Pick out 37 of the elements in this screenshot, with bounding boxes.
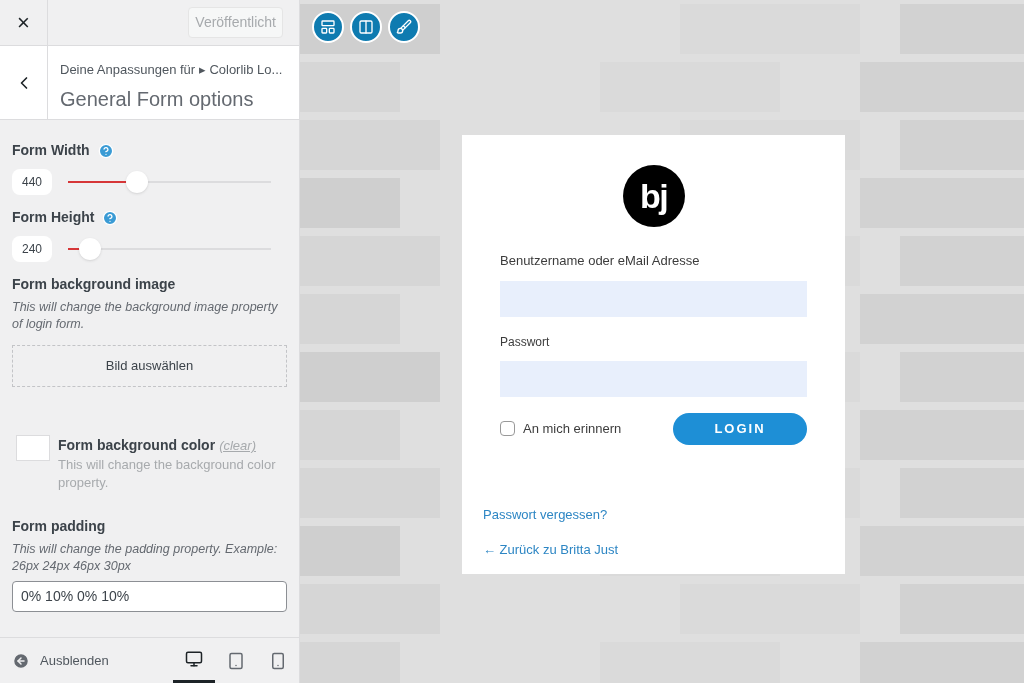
control-description: This will change the padding property. Example: 26px 24px 46px 30px (12, 540, 279, 575)
section-title: General Form options (60, 86, 255, 112)
hide-controls-button[interactable]: Ausblenden (12, 650, 109, 671)
padding-input[interactable]: 0% 10% 0% 10% (12, 581, 287, 612)
lost-password-link[interactable]: Passwort vergessen? (483, 504, 608, 524)
control-description: This will change the background image property of login form. (12, 299, 279, 334)
select-image-button[interactable]: Bild auswählen (12, 345, 287, 387)
control-label: Form Height (12, 208, 95, 227)
layout-icon (320, 19, 336, 35)
remember-checkbox[interactable] (500, 421, 515, 436)
control-label: Form padding (12, 516, 107, 536)
brush-icon (396, 19, 412, 35)
color-swatch[interactable] (16, 434, 50, 461)
columns-icon (358, 19, 374, 35)
login-button[interactable]: LOGIN (673, 412, 807, 445)
remember-label: An mich erinnern (523, 419, 622, 438)
close-button[interactable]: × (0, 0, 48, 45)
collapse-icon (12, 651, 30, 670)
field-label: Benutzername oder eMail Adresse (500, 252, 701, 270)
slider-value: 440 (12, 169, 52, 195)
breadcrumb: Deine Anpassungen für ▸ Colorlib Lo... (60, 61, 283, 79)
control-label: Form background color (58, 435, 216, 455)
desktop-icon (185, 649, 203, 668)
logo: bj (622, 165, 685, 227)
slider[interactable] (68, 238, 271, 260)
field-label: Passwort (500, 333, 551, 351)
control-label: Form background image (12, 275, 177, 294)
slider[interactable] (68, 171, 271, 193)
clear-link[interactable]: (clear) (219, 435, 256, 456)
control-description: This will change the background color property. (58, 455, 277, 492)
help-icon[interactable] (102, 209, 119, 226)
control-label: Form Width (12, 141, 90, 160)
slider-value: 240 (12, 236, 52, 262)
back-to-site-link[interactable]: ← Zurück zu Britta Just (483, 540, 619, 560)
help-icon[interactable] (97, 142, 114, 159)
tablet-icon (227, 651, 245, 670)
mobile-icon (269, 651, 287, 670)
